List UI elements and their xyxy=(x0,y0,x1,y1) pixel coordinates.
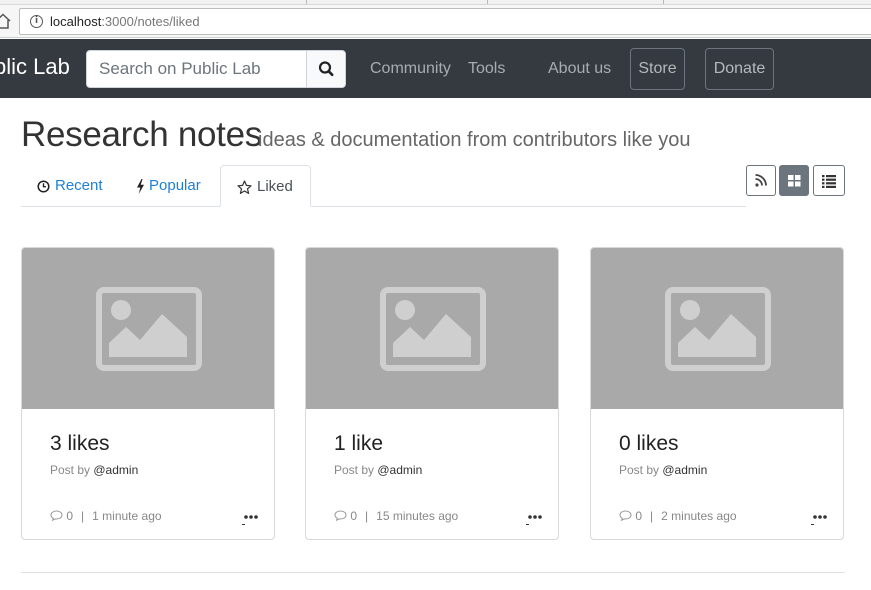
ellipsis-icon xyxy=(811,515,827,525)
brand-link[interactable]: blic Lab xyxy=(0,52,70,82)
info-icon[interactable]: i xyxy=(30,15,43,28)
tabs-divider xyxy=(21,206,746,207)
page-subtitle: ideas & documentation from contributors … xyxy=(258,129,691,151)
card-menu-button[interactable] xyxy=(526,512,544,526)
card-image-placeholder[interactable] xyxy=(591,248,843,409)
browser-toolbar: i localhost:3000/notes/liked xyxy=(0,5,871,38)
comment-count[interactable]: 0 xyxy=(635,509,642,523)
note-card[interactable]: 1 like Post by @admin 0 | 15 minutes ago xyxy=(305,247,559,540)
tab-separator xyxy=(663,0,664,4)
tab-separator xyxy=(306,0,307,4)
author-link[interactable]: @admin xyxy=(93,463,138,477)
card-timestamp: 1 minute ago xyxy=(92,509,162,523)
page-title: Research notes xyxy=(21,115,262,154)
card-menu-button[interactable] xyxy=(242,512,260,526)
home-icon[interactable] xyxy=(0,12,12,30)
rss-icon xyxy=(755,174,767,187)
search-button[interactable] xyxy=(306,51,345,87)
section-divider xyxy=(21,572,845,573)
search-form xyxy=(86,50,346,88)
site-navbar: blic Lab Community Tools About us Store … xyxy=(0,39,871,98)
image-placeholder-icon xyxy=(96,287,202,371)
card-timestamp: 15 minutes ago xyxy=(376,509,459,523)
list-view-button[interactable] xyxy=(813,165,845,196)
donate-button[interactable]: Donate xyxy=(705,48,774,90)
card-author: Post by @admin xyxy=(50,462,138,478)
tab-separator xyxy=(487,0,488,4)
card-meta: 0 | 2 minutes ago xyxy=(619,508,737,524)
comment-count[interactable]: 0 xyxy=(350,509,357,523)
card-menu-button[interactable] xyxy=(811,512,829,526)
tab-recent-label: Recent xyxy=(55,177,103,194)
note-card[interactable]: 3 likes Post by @admin 0 | 1 minute ago xyxy=(21,247,275,540)
grid-icon xyxy=(788,175,801,187)
nav-tools[interactable]: Tools xyxy=(468,58,505,80)
ellipsis-icon xyxy=(526,515,542,525)
tab-liked[interactable]: Liked xyxy=(220,165,311,207)
card-meta: 0 | 15 minutes ago xyxy=(334,508,458,524)
image-placeholder-icon xyxy=(380,287,486,371)
author-link[interactable]: @admin xyxy=(662,463,707,477)
tab-recent[interactable]: Recent xyxy=(37,165,103,207)
clock-icon xyxy=(37,179,50,193)
comment-count[interactable]: 0 xyxy=(66,509,73,523)
grid-view-button[interactable] xyxy=(779,165,809,196)
star-icon xyxy=(237,179,252,194)
nav-community[interactable]: Community xyxy=(370,58,451,80)
post-by-label: Post by xyxy=(619,463,660,477)
tab-liked-label: Liked xyxy=(257,178,293,195)
ellipsis-icon xyxy=(242,515,258,525)
bolt-icon xyxy=(137,178,144,194)
rss-button[interactable] xyxy=(746,165,776,196)
comment-icon xyxy=(50,510,63,522)
nav-about-us[interactable]: About us xyxy=(548,58,611,80)
search-icon xyxy=(318,61,334,77)
note-card[interactable]: 0 likes Post by @admin 0 | 2 minutes ago xyxy=(590,247,844,540)
search-input[interactable] xyxy=(87,51,306,87)
comment-icon xyxy=(334,510,347,522)
card-image-placeholder[interactable] xyxy=(22,248,274,409)
list-icon xyxy=(822,175,836,188)
url-text: localhost:3000/notes/liked xyxy=(50,14,200,30)
image-placeholder-icon xyxy=(665,287,771,371)
card-title[interactable]: 1 like xyxy=(334,431,383,457)
address-bar[interactable]: i localhost:3000/notes/liked xyxy=(19,8,871,35)
card-meta: 0 | 1 minute ago xyxy=(50,508,162,524)
comment-icon xyxy=(619,510,632,522)
post-by-label: Post by xyxy=(334,463,375,477)
author-link[interactable]: @admin xyxy=(377,463,422,477)
card-image-placeholder[interactable] xyxy=(306,248,558,409)
card-author: Post by @admin xyxy=(334,462,422,478)
card-timestamp: 2 minutes ago xyxy=(661,509,737,523)
store-button[interactable]: Store xyxy=(630,48,685,90)
url-path: :3000/notes/liked xyxy=(101,14,200,29)
card-author: Post by @admin xyxy=(619,462,707,478)
tab-popular-label: Popular xyxy=(149,177,201,194)
url-host: localhost xyxy=(50,14,102,29)
card-title[interactable]: 0 likes xyxy=(619,431,679,457)
tab-popular[interactable]: Popular xyxy=(136,165,201,207)
post-by-label: Post by xyxy=(50,463,91,477)
card-title[interactable]: 3 likes xyxy=(50,431,110,457)
